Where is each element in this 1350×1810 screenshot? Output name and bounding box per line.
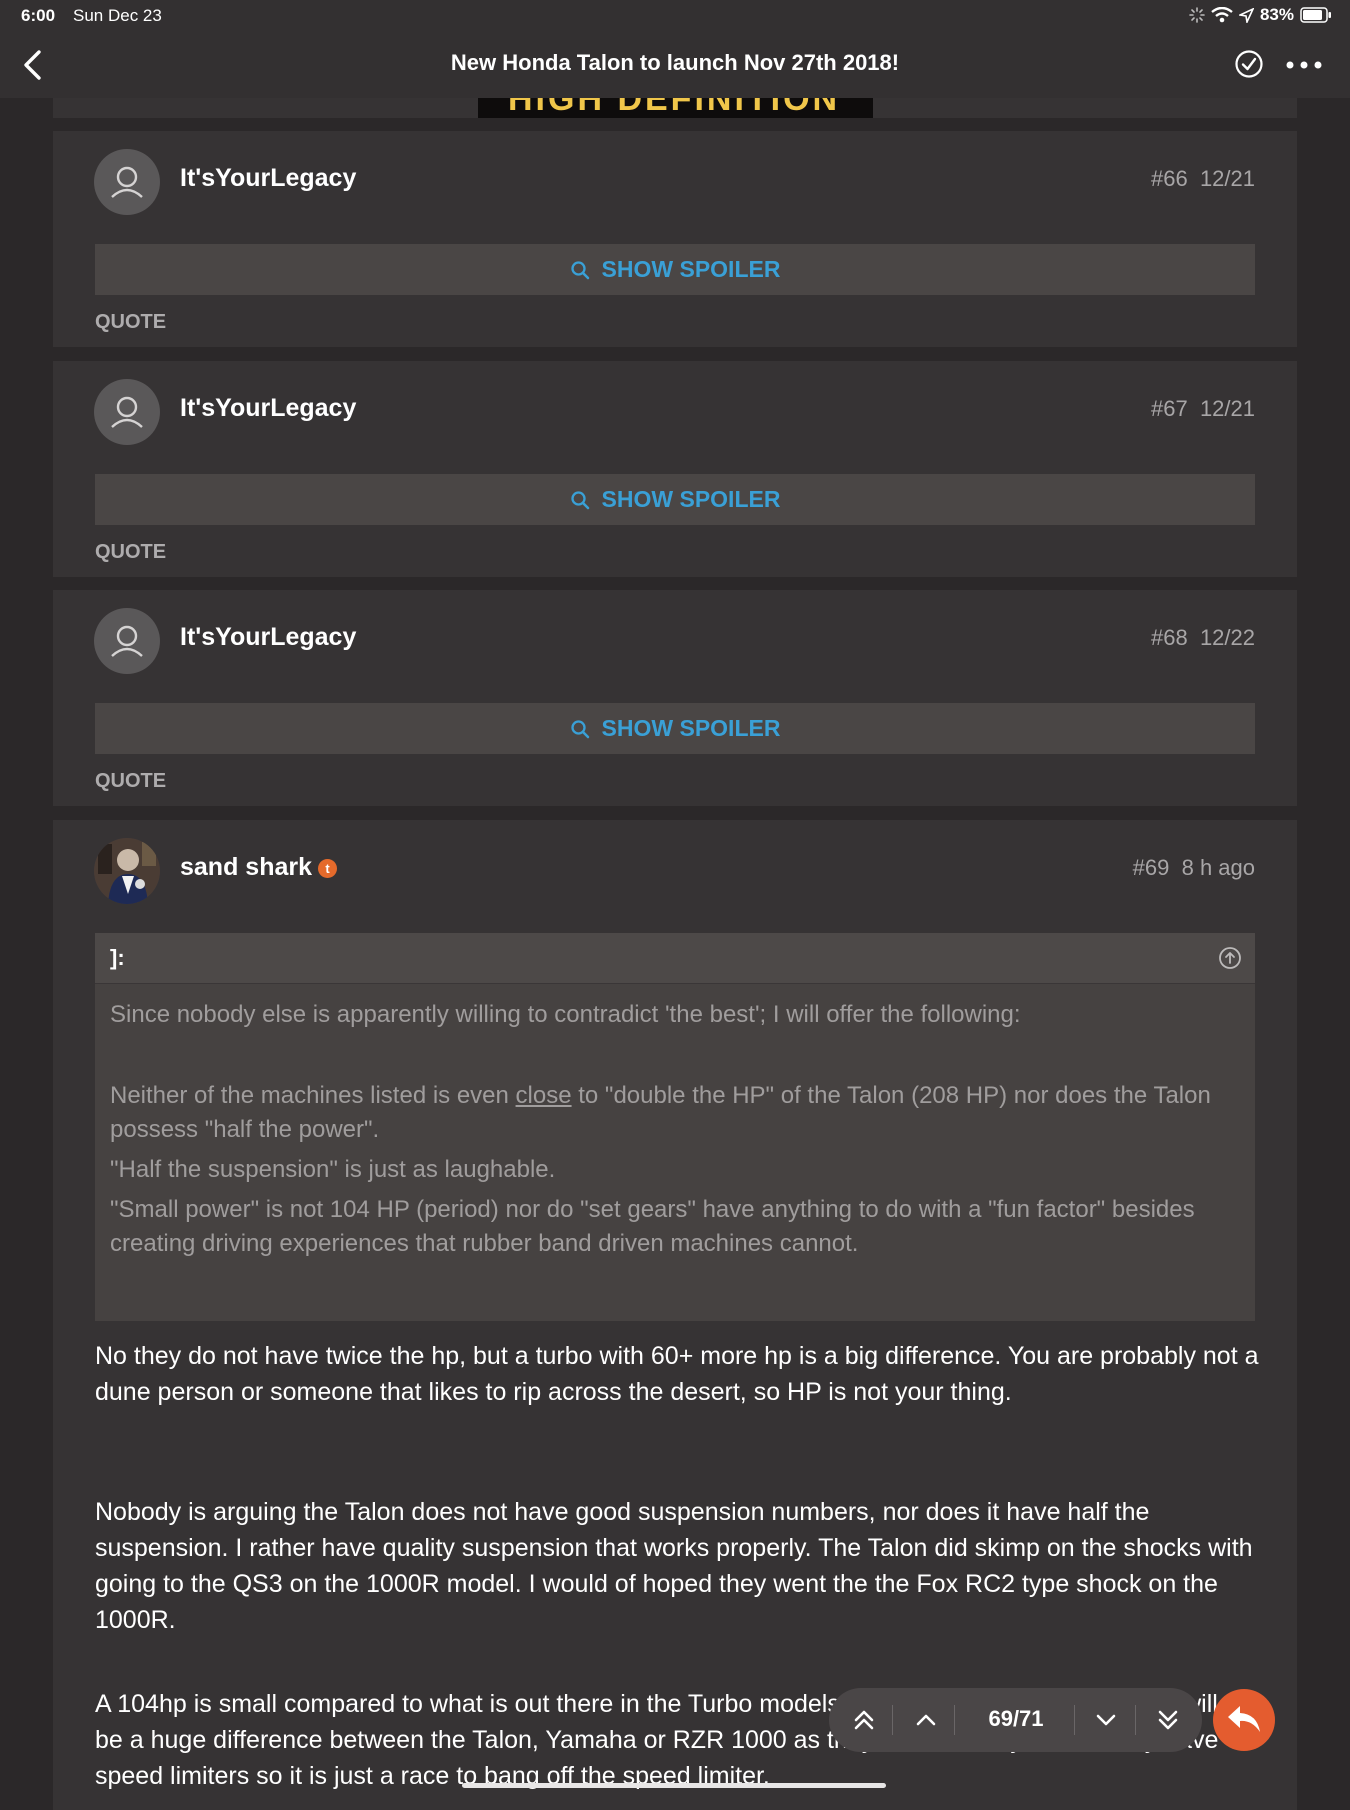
spoiler-label: SHOW SPOILER — [601, 715, 781, 741]
avatar[interactable] — [94, 608, 160, 674]
reply-arrow-icon — [1228, 1706, 1260, 1732]
divider — [1135, 1705, 1136, 1735]
user-placeholder-icon — [111, 396, 143, 428]
quote-button[interactable]: QUOTE — [95, 770, 166, 793]
nav-bar: New Honda Talon to launch Nov 27th 2018! — [0, 32, 1350, 98]
user-placeholder-icon — [111, 166, 143, 198]
post-number[interactable]: #67 — [1151, 396, 1188, 421]
image-caption: HIGH DEFINITION — [508, 98, 841, 118]
show-spoiler-button[interactable]: SHOW SPOILER — [95, 703, 1255, 754]
post-paragraph: No they do not have twice the hp, but a … — [95, 1342, 1259, 1406]
home-indicator — [462, 1783, 886, 1788]
underlined-text: close — [515, 1082, 572, 1109]
username[interactable]: It'sYourLegacy — [180, 394, 356, 423]
user-placeholder-icon — [111, 625, 143, 657]
post-date: 12/21 — [1199, 396, 1255, 421]
spoiler-label: SHOW SPOILER — [601, 486, 781, 512]
quote-body: Since nobody else is apparently willing … — [95, 984, 1255, 1261]
post: sand shark t #69 8 h ago ]: Since nobody … — [53, 820, 1297, 1810]
post-time: 8 h ago — [1181, 855, 1255, 880]
post-meta: #68 12/22 — [1151, 625, 1255, 651]
avatar[interactable] — [94, 149, 160, 215]
previous-post-fragment: HIGH DEFINITION — [53, 98, 1297, 118]
spoiler-label: SHOW SPOILER — [601, 256, 781, 282]
battery-icon — [1300, 7, 1331, 23]
quote-header: ]: — [95, 933, 1255, 984]
divider — [954, 1705, 955, 1735]
loading-icon — [1189, 7, 1205, 23]
post-number[interactable]: #69 — [1133, 855, 1170, 880]
post-body: No they do not have twice the hp, but a … — [95, 1338, 1275, 1410]
post: It'sYourLegacy #68 12/22 SHOW SPOILER QU… — [53, 590, 1297, 806]
user-badge-icon: t — [318, 858, 338, 878]
page-count[interactable]: 69/71 — [961, 1706, 1071, 1732]
avatar[interactable] — [94, 379, 160, 445]
quote-button[interactable]: QUOTE — [95, 541, 166, 564]
quote-line: Neither of the machines listed is even c… — [110, 1082, 1211, 1143]
wifi-icon — [1211, 7, 1233, 23]
post-number[interactable]: #66 — [1151, 166, 1188, 191]
user-photo-icon — [94, 838, 160, 904]
status-bar: 6:00 Sun Dec 23 83% — [0, 0, 1350, 32]
post-number[interactable]: #68 — [1151, 625, 1188, 650]
battery-percent: 83% — [1259, 5, 1294, 24]
post-meta: #67 12/21 — [1151, 396, 1255, 422]
username[interactable]: It'sYourLegacy — [180, 164, 356, 193]
search-icon — [570, 260, 589, 279]
search-icon — [570, 490, 589, 509]
divider — [1074, 1705, 1075, 1735]
post-meta: #66 12/21 — [1151, 166, 1255, 192]
post: It'sYourLegacy #67 12/21 SHOW SPOILER QU… — [53, 361, 1297, 577]
search-icon — [570, 719, 589, 738]
post-meta: #69 8 h ago — [1133, 855, 1255, 881]
status-time: 6:00 — [21, 6, 56, 25]
chevron-down-icon[interactable] — [1088, 1702, 1124, 1738]
status-icons: 83% — [1189, 5, 1332, 25]
quote-line: Since nobody else is apparently willing … — [110, 1001, 1021, 1028]
post-date: 12/21 — [1199, 166, 1255, 191]
page-navigator: 69/71 — [829, 1688, 1202, 1752]
show-spoiler-button[interactable]: SHOW SPOILER — [95, 244, 1255, 295]
post: It'sYourLegacy #66 12/21 SHOW SPOILER QU… — [53, 131, 1297, 347]
post-paragraph: Nobody is arguing the Talon does not hav… — [95, 1498, 1253, 1634]
chevron-up-icon[interactable] — [908, 1702, 944, 1738]
avatar[interactable] — [94, 838, 160, 904]
quote-button[interactable]: QUOTE — [95, 311, 166, 334]
double-chevron-up-icon[interactable] — [846, 1702, 882, 1738]
thread-title: New Honda Talon to launch Nov 27th 2018! — [450, 50, 900, 75]
username[interactable]: It'sYourLegacy — [180, 623, 356, 652]
quote-author: ]: — [110, 945, 125, 970]
post-image: HIGH DEFINITION — [478, 98, 873, 118]
username[interactable]: sand shark t — [180, 853, 338, 882]
double-chevron-down-icon[interactable] — [1150, 1702, 1186, 1738]
check-circle-icon[interactable] — [1234, 49, 1264, 79]
post-date: 12/22 — [1199, 625, 1255, 650]
quote-block: ]: Since nobody else is apparently willi… — [95, 933, 1255, 1321]
divider — [892, 1705, 893, 1735]
reply-button[interactable] — [1213, 1689, 1275, 1751]
post-body: Nobody is arguing the Talon does not hav… — [95, 1494, 1275, 1638]
show-spoiler-button[interactable]: SHOW SPOILER — [95, 474, 1255, 525]
arrow-up-circle-icon[interactable] — [1218, 946, 1242, 970]
status-date: Sun Dec 23 — [73, 6, 162, 25]
quote-line: "Half the suspension" is just as laughab… — [110, 1156, 556, 1183]
quote-line: "Small power" is not 104 HP (period) nor… — [110, 1196, 1195, 1257]
more-options-icon[interactable] — [1286, 61, 1322, 69]
location-icon — [1238, 7, 1254, 23]
username-text: sand shark — [180, 853, 313, 881]
